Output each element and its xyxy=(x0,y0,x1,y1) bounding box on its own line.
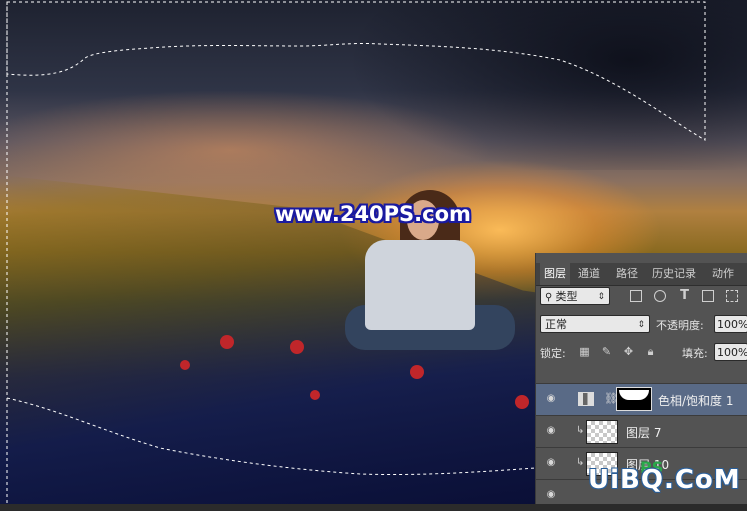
fill-input[interactable]: 100% xyxy=(714,343,747,361)
layer-7[interactable]: ◉ ↳ 图层 7 xyxy=(536,415,747,447)
image-filter-icon[interactable] xyxy=(630,290,642,302)
blend-mode-select[interactable]: 正常 ⇕ xyxy=(540,315,650,333)
site-watermark-logo: UiBQ.CoM xyxy=(588,465,741,495)
tab-history[interactable]: 历史记录 xyxy=(652,263,696,285)
tab-paths[interactable]: 路径 xyxy=(616,263,638,285)
lock-image-brush-icon[interactable]: ✎ xyxy=(600,345,613,358)
layer-name[interactable]: 图层 7 xyxy=(626,424,661,441)
opacity-input[interactable]: 100% xyxy=(714,315,747,333)
filter-row: ⚲ 类型 ⇕ T xyxy=(536,287,747,309)
layer-name[interactable]: 色相/饱和度 1 xyxy=(658,392,734,409)
lock-all-icon[interactable]: 🔒︎ xyxy=(644,345,657,358)
tab-layers[interactable]: 图层 xyxy=(540,263,570,285)
tab-actions[interactable]: 动作 xyxy=(712,263,734,285)
fill-label: 填充: xyxy=(682,347,708,360)
lock-position-icon[interactable]: ✥ xyxy=(622,345,635,358)
blend-mode-value: 正常 xyxy=(545,318,567,331)
chevron-updown-icon: ⇕ xyxy=(637,320,645,330)
layer-thumbnail xyxy=(586,420,618,444)
eye-icon[interactable]: ◉ xyxy=(544,457,558,469)
adjustment-layer-icon xyxy=(578,392,594,406)
layer-filter-value: 类型 xyxy=(555,290,578,303)
selection-border-top xyxy=(6,1,706,141)
panel-tab-bar: 图层 通道 路径 历史记录 动作 xyxy=(536,263,747,286)
chevron-updown-icon: ⇕ xyxy=(597,292,605,302)
lock-transparent-icon[interactable]: ▦ xyxy=(578,345,591,358)
lock-label: 锁定: xyxy=(540,347,566,360)
smart-object-filter-icon[interactable] xyxy=(726,290,738,302)
layer-mask-thumbnail[interactable] xyxy=(616,387,652,411)
opacity-label: 不透明度: xyxy=(656,319,704,332)
layer-hue-saturation[interactable]: ◉ ⛓ 色相/饱和度 1 xyxy=(536,383,747,415)
blend-row: 正常 ⇕ 不透明度: 100% xyxy=(536,315,747,337)
search-icon: ⚲ xyxy=(545,292,556,303)
adjustment-filter-icon[interactable] xyxy=(654,290,666,302)
eye-icon[interactable]: ◉ xyxy=(544,393,558,405)
lock-row: 锁定: ▦ ✎ ✥ 🔒︎ 填充: 100% xyxy=(536,343,747,363)
mask-white-area xyxy=(619,390,649,400)
layer-filter-select[interactable]: ⚲ 类型 ⇕ xyxy=(540,287,610,305)
eye-icon[interactable]: ◉ xyxy=(544,425,558,437)
clipping-mask-arrow-icon: ↳ xyxy=(576,457,585,468)
selection-border-bottom xyxy=(6,397,536,476)
tab-channels[interactable]: 通道 xyxy=(578,263,600,285)
shape-filter-icon[interactable] xyxy=(702,290,714,302)
type-filter-icon[interactable]: T xyxy=(678,289,691,302)
clipping-mask-arrow-icon: ↳ xyxy=(576,425,585,436)
eye-icon[interactable]: ◉ xyxy=(544,489,558,501)
